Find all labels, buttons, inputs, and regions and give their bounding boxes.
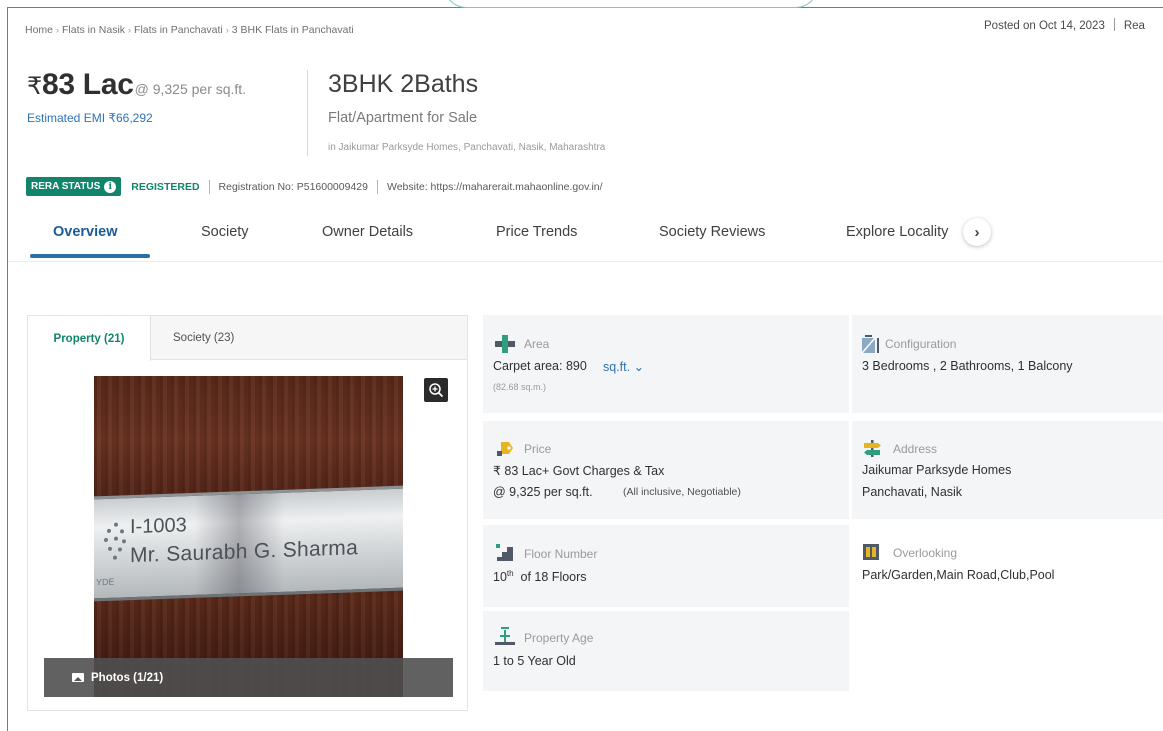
detail-property-age: Property Age 1 to 5 Year Old (483, 611, 849, 691)
floor-ordinal: th (506, 569, 514, 578)
configuration-value: 3 Bedrooms , 2 Bathrooms, 1 Balcony (862, 359, 1073, 373)
gallery-tabs: Property (21) Society (23) (28, 316, 467, 361)
tab-society[interactable]: Society (201, 224, 249, 240)
active-tab-indicator (30, 254, 150, 258)
area-sqm: (82.68 sq.m.) (493, 382, 547, 392)
rera-registered: REGISTERED (131, 180, 200, 193)
rera-status-badge[interactable]: RERA STATUS i (26, 177, 122, 196)
chevron-right-icon: › (225, 25, 229, 35)
photo-gallery: Property (21) Society (23) I-1003 Mr. Sa… (27, 315, 468, 711)
price-per-sqft-detail: @ 9,325 per sq.ft. (493, 485, 593, 499)
plate-logo-icon (102, 520, 128, 571)
breadcrumb-home[interactable]: Home (25, 24, 53, 36)
info-icon[interactable]: i (104, 180, 117, 193)
detail-price: Price ₹ 83 Lac+ Govt Charges & Tax @ 9,3… (483, 421, 849, 519)
tab-owner-details[interactable]: Owner Details (322, 224, 413, 240)
rera-strip: RERA STATUS i REGISTERED Registration No… (26, 176, 603, 197)
address-line2: Panchavati, Nasik (862, 485, 963, 499)
property-age-icon (495, 627, 515, 645)
divider (208, 179, 210, 194)
area-icon (495, 335, 515, 353)
plate-owner-name: Mr. Saurabh G. Sharma (130, 536, 359, 568)
tab-price-trends[interactable]: Price Trends (496, 224, 577, 240)
emi-link[interactable]: Estimated EMI ₹66,292 (27, 111, 153, 125)
price-note: (All inclusive, Negotiable) (623, 486, 741, 498)
area-unit: sq.ft. (603, 360, 631, 374)
breadcrumb-flats-panchavati[interactable]: Flats in Panchavati (134, 24, 223, 36)
rupee-symbol: ₹ (27, 73, 42, 100)
rera-website[interactable]: Website: https://maharerait.mahaonline.g… (387, 181, 603, 193)
detail-configuration: Configuration 3 Bedrooms , 2 Bathrooms, … (852, 315, 1163, 413)
overlooking-label: Overlooking (893, 546, 958, 560)
breadcrumb-flats-nasik[interactable]: Flats in Nasik (62, 24, 125, 36)
detail-address: Address Jaikumar Parksyde Homes Panchava… (852, 421, 1163, 519)
floor-number: 10 (493, 570, 507, 585)
floor-value: 10th of 18 Floors (493, 569, 587, 584)
price-amount: ₹83 Lac (27, 68, 134, 101)
detail-floor: Floor Number 10th of 18 Floors (483, 525, 849, 607)
plate-flat-number: I-1003 (130, 514, 187, 539)
configuration-label: Configuration (885, 337, 957, 351)
area-value: Carpet area: 890 (493, 359, 587, 373)
divider (376, 179, 378, 194)
price-value: 83 Lac (41, 68, 134, 101)
plate-mark: YDE (96, 576, 115, 588)
property-age-value: 1 to 5 Year Old (493, 654, 576, 668)
property-age-label: Property Age (524, 631, 594, 645)
rera-label: RERA STATUS (31, 181, 101, 192)
photos-counter-bar[interactable]: Photos (1/21) (44, 658, 453, 697)
breadcrumb: Home › Flats in Nasik › Flats in Panchavati ›… (25, 24, 354, 36)
chevron-right-icon[interactable]: › (963, 218, 991, 246)
tab-society-photos[interactable]: Society (23) (173, 316, 234, 360)
posted-next: Rea (1123, 20, 1145, 32)
price-tag-icon (497, 442, 513, 456)
detail-overlooking: Overlooking Park/Garden,Main Road,Club,P… (852, 525, 1163, 607)
stairs-icon (496, 544, 513, 561)
area-unit-select[interactable]: sq.ft. ⌄ (603, 359, 644, 374)
chevron-right-icon: › (56, 25, 60, 35)
top-decoration (444, 0, 818, 8)
overlooking-value: Park/Garden,Main Road,Club,Pool (862, 568, 1055, 582)
window-icon (863, 544, 879, 560)
price-per-sqft: @ 9,325 per sq.ft. (134, 81, 247, 97)
name-plate: I-1003 Mr. Saurabh G. Sharma YDE (94, 485, 403, 602)
property-photo[interactable]: I-1003 Mr. Saurabh G. Sharma YDE (94, 376, 403, 697)
zoom-in-icon[interactable] (424, 378, 448, 402)
area-label: Area (524, 337, 550, 351)
floor-total: of 18 Floors (520, 570, 587, 585)
address-label: Address (893, 442, 938, 456)
price-heading: ₹83 Lac@ 9,325 per sq.ft. (27, 68, 246, 102)
tab-society-reviews[interactable]: Society Reviews (659, 224, 765, 240)
photo-icon (72, 673, 84, 682)
tabs-divider (8, 261, 1163, 262)
detail-area: Area Carpet area: 890 sq.ft. ⌄ (82.68 sq… (483, 315, 849, 413)
chevron-right-icon: › (128, 25, 132, 35)
tab-overview[interactable]: Overview (53, 224, 118, 240)
posted-date: Posted on Oct 14, 2023 (984, 20, 1105, 32)
price-label: Price (524, 442, 552, 456)
address-line1: Jaikumar Parksyde Homes (862, 463, 1012, 477)
signpost-icon (864, 440, 881, 457)
breadcrumb-current[interactable]: 3 BHK Flats in Panchavati (232, 24, 354, 36)
price-detail-value: ₹ 83 Lac+ Govt Charges & Tax (493, 464, 665, 478)
chevron-down-icon: ⌄ (633, 360, 645, 374)
property-location: in Jaikumar Parksyde Homes, Panchavati, … (328, 142, 606, 153)
posted-info: Posted on Oct 14, 2023 Rea (984, 18, 1145, 32)
section-tabs: Overview Society Owner Details Price Tre… (30, 218, 1030, 260)
divider (1113, 18, 1115, 31)
rera-registration-no: Registration No: P51600009429 (218, 180, 368, 193)
tab-explore-locality[interactable]: Explore Locality (846, 224, 948, 240)
vertical-divider (307, 70, 308, 156)
configuration-icon (862, 335, 879, 353)
tab-property-photos[interactable]: Property (21) (28, 316, 151, 361)
photos-count: Photos (1/21) (91, 671, 164, 684)
floor-label: Floor Number (524, 547, 598, 561)
property-type: Flat/Apartment for Sale (328, 110, 478, 126)
config-title: 3BHK 2Baths (328, 70, 479, 98)
